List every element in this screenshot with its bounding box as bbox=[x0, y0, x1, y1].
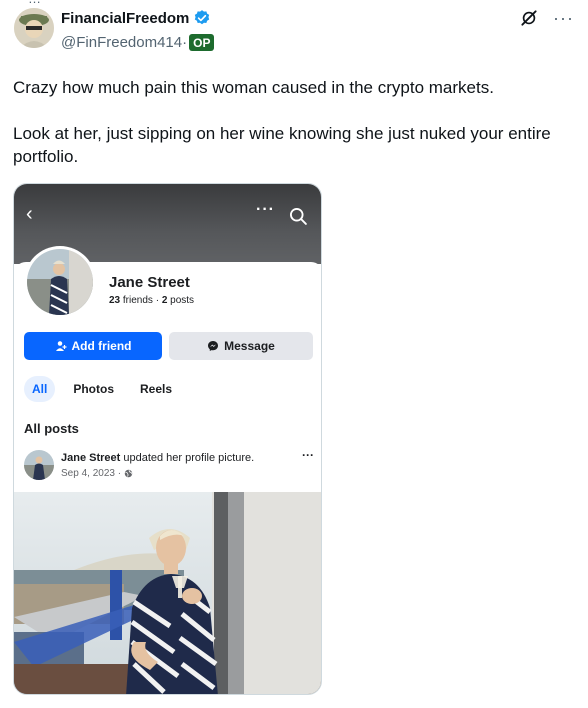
tweet-top-actions: ··· bbox=[519, 8, 574, 28]
author-name[interactable]: FinancialFreedom bbox=[61, 9, 211, 27]
message-label: Message bbox=[224, 339, 275, 353]
post-action-text: updated her profile picture. bbox=[120, 452, 255, 464]
tab-all: All bbox=[24, 376, 56, 402]
op-badge: OP bbox=[189, 34, 215, 51]
fb-profile-card: Jane Street 23 friends · 2 posts Add fri… bbox=[14, 246, 321, 694]
add-friend-label: Add friend bbox=[71, 339, 132, 353]
author-avatar[interactable] bbox=[14, 8, 54, 48]
tweet-media-image[interactable]: ‹ ··· Jane Street 23 friends · 2 posts A… bbox=[13, 183, 322, 695]
search-icon bbox=[290, 208, 307, 225]
post-date: Sep 4, 2023 · bbox=[61, 468, 122, 479]
profile-picture bbox=[24, 246, 96, 318]
more-options-icon[interactable]: ··· bbox=[553, 9, 574, 27]
friends-count: 23 bbox=[109, 295, 121, 306]
back-arrow-icon: ‹ bbox=[26, 203, 33, 225]
grok-icon[interactable] bbox=[519, 8, 539, 28]
handle-separator: · bbox=[182, 34, 188, 51]
tweet-paragraph-1: Crazy how much pain this woman caused in… bbox=[13, 78, 494, 97]
verified-badge-icon bbox=[195, 10, 210, 25]
author-handle[interactable]: @FinFreedom414 bbox=[61, 34, 182, 51]
post-header: Jane Street updated her profile picture.… bbox=[24, 448, 314, 484]
globe-icon bbox=[124, 469, 133, 478]
messenger-icon bbox=[208, 341, 219, 351]
all-posts-heading: All posts bbox=[24, 421, 79, 436]
add-friend-button: Add friend bbox=[24, 332, 162, 360]
profile-stats: 23 friends · 2 posts bbox=[109, 295, 194, 306]
post-date-row: Sep 4, 2023 · bbox=[61, 468, 133, 479]
post-summary: Jane Street updated her profile picture. bbox=[61, 452, 254, 464]
post-author-avatar bbox=[24, 450, 54, 480]
profile-name: Jane Street bbox=[109, 274, 190, 291]
profile-tabs: All Photos Reels bbox=[24, 376, 180, 402]
author-display-name[interactable]: FinancialFreedom bbox=[61, 10, 189, 27]
post-more-icon: ··· bbox=[302, 448, 314, 462]
post-author-name: Jane Street bbox=[61, 452, 121, 464]
friends-label: friends · bbox=[120, 295, 162, 306]
tab-photos: Photos bbox=[73, 382, 115, 396]
add-friend-icon bbox=[55, 341, 66, 351]
tweet-paragraph-2: Look at her, just sipping on her wine kn… bbox=[13, 124, 551, 166]
previous-tweet-clipped: … bbox=[0, 0, 588, 6]
message-button: Message bbox=[169, 332, 313, 360]
author-handle-row: @FinFreedom414 · OP bbox=[61, 34, 215, 51]
posts-label: posts bbox=[167, 295, 195, 306]
post-photo bbox=[14, 492, 321, 694]
tweet-text: Crazy how much pain this woman caused in… bbox=[13, 76, 573, 168]
more-dots-icon: ··· bbox=[256, 201, 275, 218]
tab-reels: Reels bbox=[140, 382, 173, 396]
